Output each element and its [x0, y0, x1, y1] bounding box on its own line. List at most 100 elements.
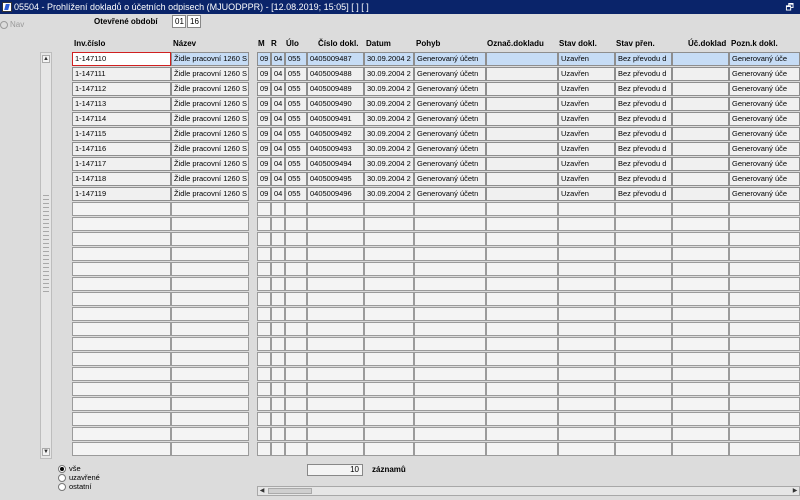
table-row[interactable]: 1-147111 Židle pracovní 1260 S 09 04 055 0405… — [72, 67, 800, 82]
cell-m[interactable]: 09 — [257, 82, 271, 96]
cell-datum[interactable] — [364, 322, 414, 336]
cell-stavpren[interactable] — [615, 247, 672, 261]
cell-nazev[interactable] — [171, 217, 249, 231]
cell-pozn[interactable] — [729, 412, 800, 426]
cell-inv[interactable]: 1-147111 — [72, 67, 171, 81]
cell-ulo[interactable] — [285, 247, 307, 261]
cell-pohyb[interactable] — [414, 397, 486, 411]
cell-pohyb[interactable] — [414, 292, 486, 306]
cell-ulo[interactable]: 055 — [285, 52, 307, 66]
cell-pohyb[interactable]: Generovaný účetn — [414, 112, 486, 126]
arrow-down-icon[interactable]: ▼ — [42, 448, 50, 456]
cell-m[interactable]: 09 — [257, 112, 271, 126]
cell-stav[interactable]: Uzavřen — [558, 67, 615, 81]
cell-r[interactable] — [271, 247, 285, 261]
cell-pozn[interactable]: Generovaný úče — [729, 172, 800, 186]
cell-r[interactable] — [271, 217, 285, 231]
cell-datum[interactable] — [364, 307, 414, 321]
cell-datum[interactable]: 30.09.2004 2 — [364, 82, 414, 96]
cell-oznac[interactable] — [486, 382, 558, 396]
cell-ulo[interactable]: 055 — [285, 97, 307, 111]
cell-m[interactable] — [257, 427, 271, 441]
period-year-field[interactable]: 16 — [187, 15, 201, 28]
cell-stav[interactable] — [558, 337, 615, 351]
cell-nazev[interactable] — [171, 232, 249, 246]
cell-stav[interactable] — [558, 292, 615, 306]
cell-oznac[interactable] — [486, 67, 558, 81]
cell-oznac[interactable] — [486, 397, 558, 411]
cell-ucdoklad[interactable] — [672, 232, 729, 246]
cell-r[interactable]: 04 — [271, 82, 285, 96]
cell-pohyb[interactable]: Generovaný účetn — [414, 82, 486, 96]
cell-cislo[interactable] — [307, 352, 364, 366]
cell-ucdoklad[interactable] — [672, 187, 729, 201]
cell-ulo[interactable] — [285, 322, 307, 336]
cell-stavpren[interactable]: Bez převodu d — [615, 112, 672, 126]
cell-cislo[interactable] — [307, 412, 364, 426]
cell-ulo[interactable] — [285, 217, 307, 231]
cell-m[interactable] — [257, 337, 271, 351]
cell-cislo[interactable]: 0405009495 — [307, 172, 364, 186]
cell-pohyb[interactable] — [414, 307, 486, 321]
cell-oznac[interactable] — [486, 262, 558, 276]
cell-m[interactable] — [257, 382, 271, 396]
table-row[interactable]: 1-147113 Židle pracovní 1260 S 09 04 055 0405… — [72, 97, 800, 112]
table-row-empty[interactable] — [72, 352, 800, 367]
cell-cislo[interactable]: 0405009491 — [307, 112, 364, 126]
cell-datum[interactable] — [364, 397, 414, 411]
scrollbar-thumb[interactable] — [268, 488, 312, 494]
table-row-empty[interactable] — [72, 262, 800, 277]
cell-inv[interactable] — [72, 412, 171, 426]
cell-cislo[interactable]: 0405009488 — [307, 67, 364, 81]
cell-ucdoklad[interactable] — [672, 127, 729, 141]
cell-pozn[interactable] — [729, 202, 800, 216]
cell-m[interactable] — [257, 322, 271, 336]
cell-datum[interactable]: 30.09.2004 2 — [364, 112, 414, 126]
cell-ulo[interactable] — [285, 412, 307, 426]
cell-datum[interactable]: 30.09.2004 2 — [364, 52, 414, 66]
cell-datum[interactable] — [364, 352, 414, 366]
cell-oznac[interactable] — [486, 52, 558, 66]
cell-ucdoklad[interactable] — [672, 112, 729, 126]
cell-pohyb[interactable]: Generovaný účetn — [414, 97, 486, 111]
cell-oznac[interactable] — [486, 427, 558, 441]
cell-inv[interactable] — [72, 217, 171, 231]
cell-pozn[interactable]: Generovaný úče — [729, 142, 800, 156]
column-header-nazev[interactable]: Název — [173, 39, 196, 48]
cell-ulo[interactable] — [285, 397, 307, 411]
cell-datum[interactable] — [364, 412, 414, 426]
cell-stavpren[interactable]: Bez převodu d — [615, 142, 672, 156]
cell-stavpren[interactable] — [615, 412, 672, 426]
cell-ucdoklad[interactable] — [672, 217, 729, 231]
cell-m[interactable] — [257, 232, 271, 246]
cell-datum[interactable] — [364, 367, 414, 381]
cell-oznac[interactable] — [486, 292, 558, 306]
cell-datum[interactable] — [364, 277, 414, 291]
cell-oznac[interactable] — [486, 307, 558, 321]
cell-datum[interactable]: 30.09.2004 2 — [364, 187, 414, 201]
cell-pohyb[interactable] — [414, 247, 486, 261]
cell-m[interactable] — [257, 277, 271, 291]
cell-cislo[interactable] — [307, 367, 364, 381]
column-header-ucdoklad[interactable]: Úč.doklad — [688, 39, 726, 48]
cell-oznac[interactable] — [486, 277, 558, 291]
cell-m[interactable]: 09 — [257, 142, 271, 156]
cell-stav[interactable] — [558, 442, 615, 456]
cell-inv[interactable] — [72, 382, 171, 396]
cell-cislo[interactable] — [307, 292, 364, 306]
cell-pohyb[interactable] — [414, 262, 486, 276]
cell-stavpren[interactable]: Bez převodu d — [615, 97, 672, 111]
cell-datum[interactable] — [364, 382, 414, 396]
cell-ulo[interactable] — [285, 232, 307, 246]
cell-inv[interactable] — [72, 232, 171, 246]
cell-ulo[interactable]: 055 — [285, 157, 307, 171]
cell-cislo[interactable] — [307, 247, 364, 261]
cell-stav[interactable] — [558, 202, 615, 216]
cell-pozn[interactable]: Generovaný úče — [729, 187, 800, 201]
cell-datum[interactable] — [364, 262, 414, 276]
cell-ulo[interactable] — [285, 382, 307, 396]
cell-datum[interactable] — [364, 337, 414, 351]
cell-ulo[interactable] — [285, 427, 307, 441]
cell-nazev[interactable]: Židle pracovní 1260 S — [171, 112, 249, 126]
cell-r[interactable]: 04 — [271, 52, 285, 66]
